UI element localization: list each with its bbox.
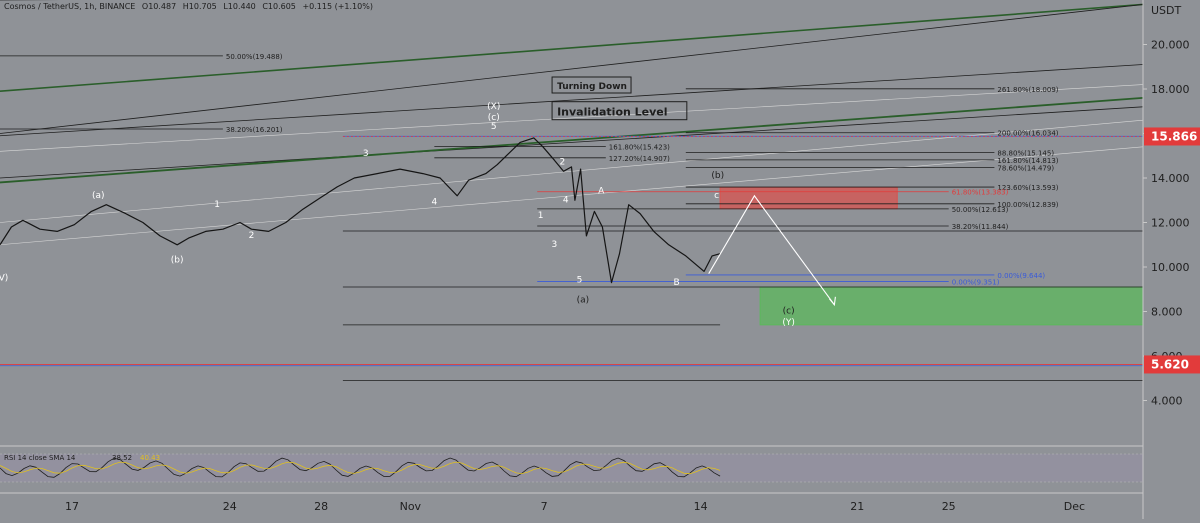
marker-price-label: 5.620 [1151, 357, 1189, 371]
time-tick-label: 28 [314, 500, 328, 513]
fib-label: 0.00%(9.644) [997, 272, 1045, 280]
fib-label: 0.00%(9.351) [952, 278, 1000, 286]
time-axis: 17 24 28 Nov 7 14 21 25 Dec [0, 492, 1143, 513]
wave-label: 4 [431, 198, 437, 208]
fib-label: 38.20%(16.201) [226, 126, 283, 134]
fib-label: 261.80%(18.009) [997, 86, 1058, 94]
price-tick-label: 10.000 [1151, 261, 1190, 274]
time-tick-label: 14 [694, 500, 708, 513]
wave-label: 4 [563, 195, 569, 205]
open-value: O10.487 [141, 2, 177, 11]
wave-label: 5 [491, 122, 497, 132]
wave-label: 3 [363, 149, 369, 159]
time-tick-label: Dec [1064, 500, 1085, 513]
fib-label: 50.00%(12.613) [952, 206, 1009, 214]
fib-label: 78.60%(14.479) [997, 164, 1054, 172]
symbol-title: Cosmos / TetherUS, 1h, BINANCE [4, 2, 136, 11]
zones [719, 186, 1144, 326]
channel-line [0, 64, 1144, 137]
wave-label: 1 [214, 200, 220, 210]
wave-label: A [598, 187, 605, 197]
wave-label: 5 [577, 276, 583, 286]
change-value: +0.115 (+1.10%) [302, 2, 373, 11]
time-tick-label: Nov [400, 500, 422, 513]
price-tick-label: 8.000 [1151, 306, 1183, 319]
wave-label: c [714, 191, 719, 201]
high-value: H10.705 [182, 2, 217, 11]
wave-label: (Y) [782, 318, 795, 328]
fib-label: 161.80%(15.423) [609, 143, 670, 151]
chart-root: Cosmos / TetherUS, 1h, BINANCE O10.487 H… [0, 0, 1200, 519]
symbol-header: Cosmos / TetherUS, 1h, BINANCE O10.487 H… [4, 2, 377, 11]
price-unit: USDT [1151, 4, 1182, 17]
time-tick-label: 17 [65, 500, 79, 513]
wave-label: (a) [92, 191, 105, 201]
resistance-zone [719, 186, 898, 210]
wave-label: (X) [487, 102, 500, 112]
rsi-value-b: 40.43 [140, 454, 160, 462]
annotation-boxes: Turning Down Invalidation Level [551, 76, 688, 121]
wave-label: (a) [577, 296, 590, 306]
wave-label: 2 [559, 158, 565, 168]
rsi-label: RSI 14 close SMA 14 [4, 454, 76, 462]
price-tick-label: 12.000 [1151, 217, 1190, 230]
wave-label: (c) [783, 307, 795, 317]
time-tick-label: 21 [850, 500, 864, 513]
time-tick-label: 7 [541, 500, 548, 513]
time-tick-label: 24 [223, 500, 237, 513]
annotation-text: Invalidation Level [557, 106, 667, 119]
channel-line [0, 3, 1144, 93]
wave-label: 2 [249, 231, 255, 241]
wave-label: (b) [711, 171, 724, 181]
wave-label: B [674, 278, 680, 288]
price-axis-bg [1143, 0, 1200, 519]
price-chart[interactable]: 50.00%(19.488) 38.20%(16.201) 261.80%(18.0… [0, 0, 1200, 519]
price-tick-label: 4.000 [1151, 395, 1183, 408]
fib-label: 50.00%(19.488) [226, 53, 283, 61]
price-tick-label: 20.000 [1151, 39, 1190, 52]
price-axis: USDT4.0006.0008.00010.00012.00014.00016.… [1142, 0, 1200, 519]
time-tick-label: 25 [942, 500, 956, 513]
low-value: L10.440 [223, 2, 256, 11]
wave-label: 3 [551, 240, 557, 250]
fib-label: 38.20%(11.844) [952, 223, 1009, 231]
fib-label: 61.80%(13.383) [952, 189, 1009, 197]
close-value: C10.605 [262, 2, 296, 11]
rsi-pane: RSI 14 close SMA 14 38.52 40.43 [0, 445, 1200, 483]
current-price-label: 15.866 [1151, 129, 1197, 143]
price-tick-label: 14.000 [1151, 172, 1190, 185]
wave-label: 1 [538, 211, 544, 221]
wave-label: V) [0, 273, 8, 283]
price-path-group [0, 137, 836, 307]
fib-label: 127.20%(14.907) [609, 155, 670, 163]
wave-label: (b) [171, 256, 184, 266]
annotation-text: Turning Down [557, 82, 627, 92]
target-zone [759, 286, 1144, 326]
rsi-value-a: 38.52 [112, 454, 132, 462]
price-tick-label: 18.000 [1151, 83, 1190, 96]
